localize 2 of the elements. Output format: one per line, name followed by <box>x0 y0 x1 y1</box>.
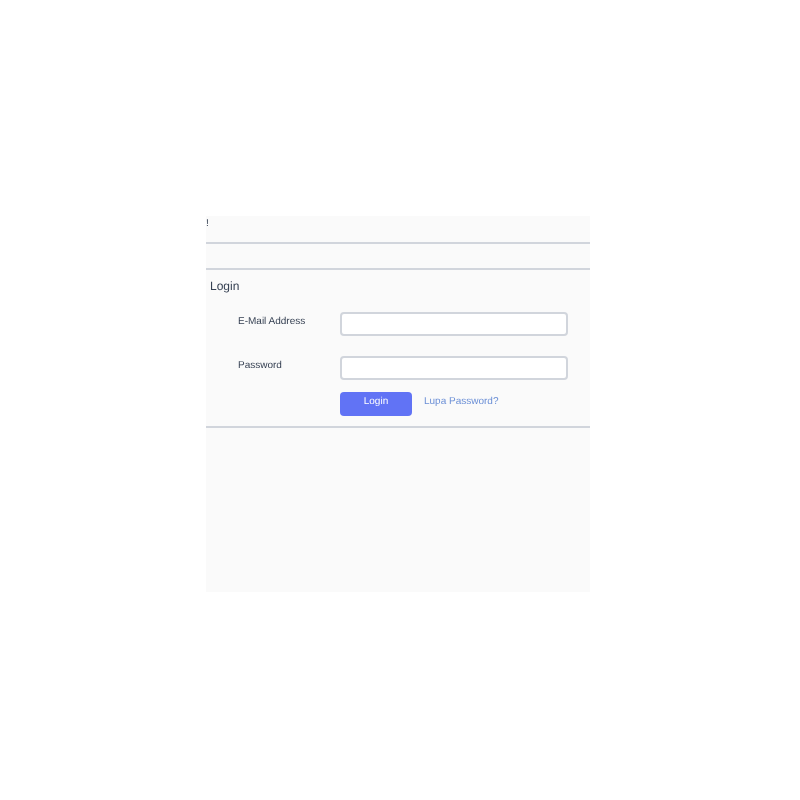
input-field[interactable] <box>340 312 568 336</box>
input-field[interactable] <box>340 356 568 380</box>
